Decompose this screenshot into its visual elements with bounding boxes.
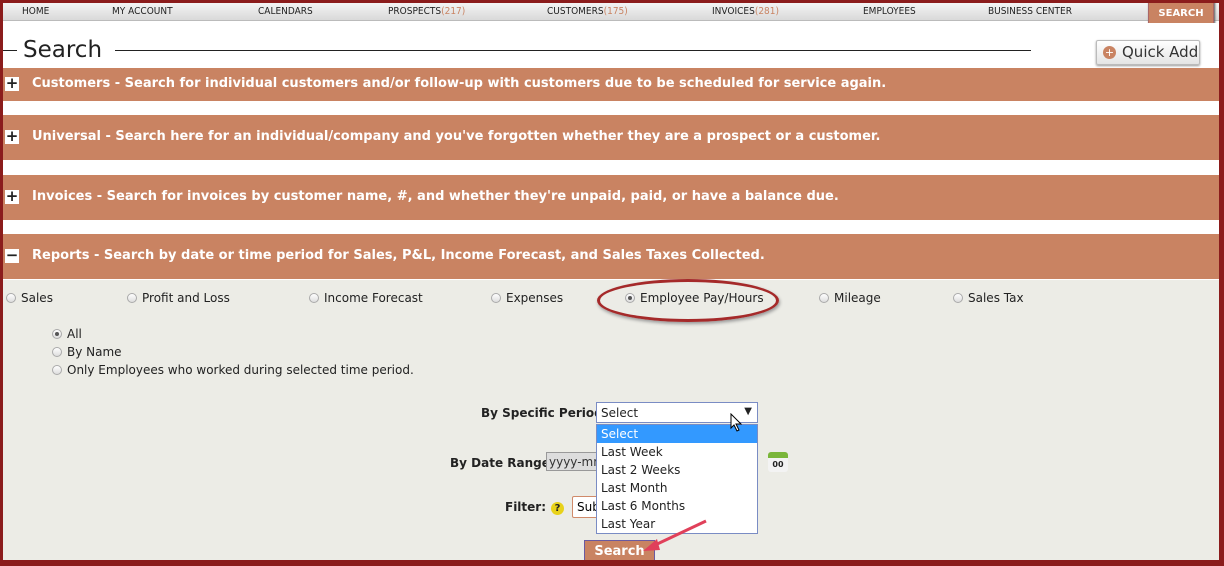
period-label: By Specific Period: [481,406,608,420]
collapse-icon[interactable]: − [5,248,19,263]
panel-title: Universal - Search here for an individua… [32,129,881,144]
expand-icon[interactable]: + [5,76,19,91]
radio-all[interactable]: All [52,327,82,341]
radio-label: All [67,327,82,341]
panel-universal[interactable]: + Universal - Search here for an individu… [3,115,1219,160]
nav-calendars[interactable]: CALENDARS [258,6,313,17]
page: HOME MY ACCOUNT CALENDARS PROSPECTS(217)… [3,3,1219,560]
panel-title: Invoices - Search for invoices by custom… [32,189,839,204]
quick-add-label: Quick Add [1122,43,1199,61]
option-last-6-months[interactable]: Last 6 Months [597,497,757,515]
select-value: Select [601,406,639,420]
panel-title: Reports - Search by date or time period … [32,248,765,263]
divider [115,50,1031,51]
radio-profit-loss[interactable]: Profit and Loss [127,291,230,305]
period-dropdown: Select Last Week Last 2 Weeks Last Month… [596,424,758,534]
nav-employees[interactable]: EMPLOYEES [863,6,916,17]
panel-reports[interactable]: − Reports - Search by date or time period… [3,234,1219,279]
radio-sales[interactable]: Sales [6,291,53,305]
radio-label: Sales Tax [968,291,1024,305]
radio-sales-tax[interactable]: Sales Tax [953,291,1024,305]
radio-mileage[interactable]: Mileage [819,291,881,305]
radio-label: Sales [21,291,53,305]
calendar-icon[interactable]: 00 [768,452,788,472]
search-button[interactable]: Search [584,540,655,560]
quick-add-button[interactable]: + Quick Add [1096,40,1200,65]
top-nav: HOME MY ACCOUNT CALENDARS PROSPECTS(217)… [3,3,1219,24]
nav-count: (281) [754,6,780,17]
radio-label: Expenses [506,291,564,305]
nav-count: (217) [441,6,466,17]
radio-label: Mileage [834,291,881,305]
date-range-label: By Date Range: [450,456,555,470]
nav-prospects[interactable]: PROSPECTS(217) [388,6,465,17]
dropdown-arrow-icon: ▼ [744,406,752,417]
radio-label: Income Forecast [324,291,423,305]
cursor-icon [730,413,743,432]
radio-label: Profit and Loss [142,291,230,305]
expand-icon[interactable]: + [5,189,19,204]
radio-label: By Name [67,345,122,359]
title-bar [3,23,1219,67]
radio-by-name[interactable]: By Name [52,345,122,359]
help-icon[interactable]: ? [551,502,565,515]
option-last-year[interactable]: Last Year [597,515,757,533]
nav-label: PROSPECTS [388,6,442,17]
nav-label: CUSTOMERS [547,6,604,17]
radio-only-worked[interactable]: Only Employees who worked during selecte… [52,363,414,377]
nav-label: INVOICES [712,6,755,17]
nav-home[interactable]: HOME [22,6,49,17]
panel-customers[interactable]: + Customers - Search for individual custo… [3,68,1219,101]
expand-icon[interactable]: + [5,129,19,144]
filter-text: Filter: [505,500,547,514]
nav-my-account[interactable]: MY ACCOUNT [112,6,173,17]
panel-invoices[interactable]: + Invoices - Search for invoices by custo… [3,175,1219,220]
option-last-2-weeks[interactable]: Last 2 Weeks [597,461,757,479]
nav-count: (175) [603,6,628,17]
radio-expenses[interactable]: Expenses [491,291,563,305]
plus-icon: + [1103,46,1116,59]
highlight-oval [597,279,779,322]
panel-title: Customers - Search for individual custom… [32,76,887,91]
nav-invoices[interactable]: INVOICES(281) [712,6,779,17]
radio-label: Only Employees who worked during selecte… [67,363,414,377]
divider [3,50,17,51]
radio-income-forecast[interactable]: Income Forecast [309,291,423,305]
option-last-week[interactable]: Last Week [597,443,757,461]
nav-business-center[interactable]: BUSINESS CENTER [988,6,1072,17]
nav-customers[interactable]: CUSTOMERS(175) [547,6,628,17]
option-last-month[interactable]: Last Month [597,479,757,497]
nav-search[interactable]: SEARCH [1148,3,1214,24]
page-title: Search [23,37,103,63]
filter-label: Filter:? [505,500,565,515]
